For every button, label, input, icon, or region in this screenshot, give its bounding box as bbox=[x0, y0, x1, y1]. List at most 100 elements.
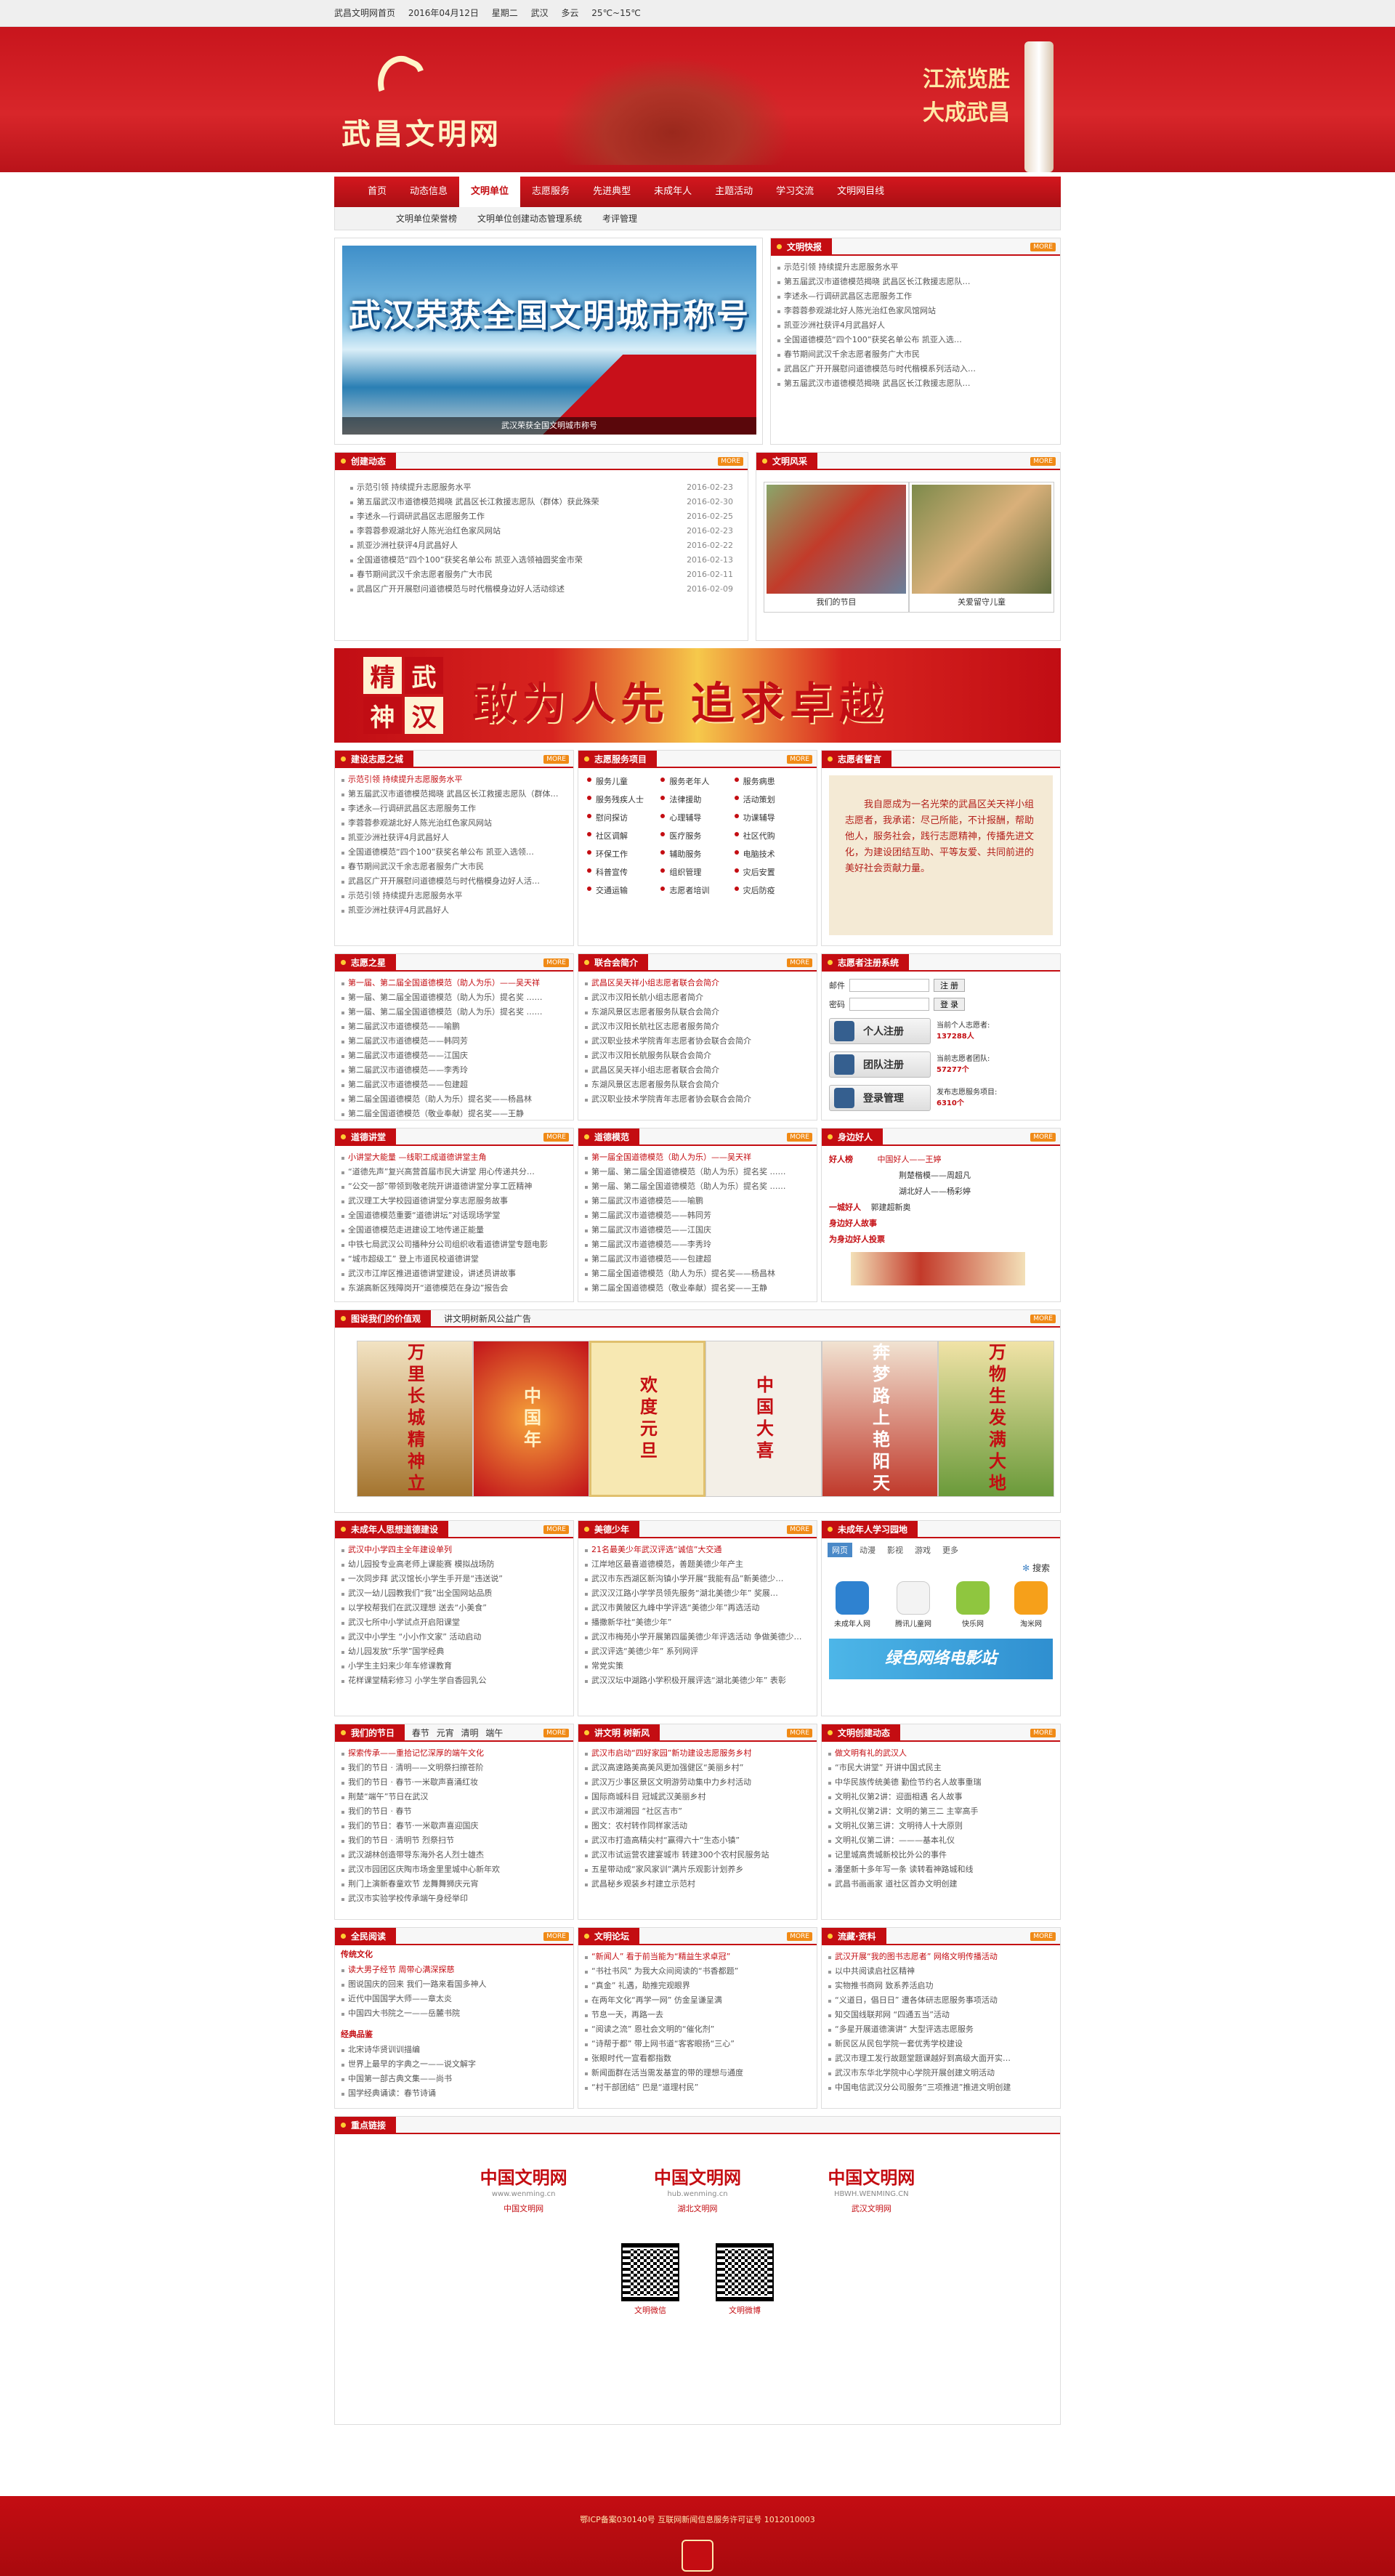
list-item[interactable]: 第二届全国道德模范（助人为乐）提名奖——杨昌林 bbox=[341, 1092, 567, 1107]
list-item[interactable]: 春节期间武汉千余志愿者服务广大市民 2016-02-11 bbox=[349, 568, 733, 582]
personal-register-button[interactable]: 个人注册 bbox=[829, 1018, 931, 1044]
register-button[interactable]: 注 册 bbox=[934, 979, 966, 992]
list-item[interactable]: 文明礼仪第二讲：———基本礼仪 bbox=[828, 1833, 1054, 1848]
list-item[interactable]: 武汉市汉阳长航小组志愿者简介 bbox=[584, 990, 811, 1005]
list-item[interactable]: “诗帮于都” 带上网书道“客客眼扬“三心” bbox=[584, 2037, 811, 2051]
list-item[interactable]: 常党实策 bbox=[584, 1659, 811, 1673]
more-button[interactable]: MORE bbox=[1030, 1133, 1056, 1142]
more-button[interactable]: MORE bbox=[543, 1525, 569, 1534]
festival-tab-lantern[interactable]: 元宵 bbox=[437, 1724, 454, 1742]
festival-tab-qingming[interactable]: 清明 bbox=[461, 1724, 479, 1742]
list-item[interactable]: 北宋诗华贤训训描编 bbox=[341, 2043, 567, 2057]
list-item[interactable]: 武汉汉坛中湖路小学积极开展评选“湖北美德少年” 表彰 bbox=[584, 1673, 811, 1688]
list-item[interactable]: 武昌区广开开展慰问道德模范与时代楷模身边好人活… bbox=[341, 874, 567, 889]
list-item[interactable]: 在两年文化“再学一网” 仿金呈谦呈满 bbox=[584, 1993, 811, 2008]
app-fun[interactable]: 快乐网 bbox=[956, 1581, 990, 1628]
list-item[interactable]: 我们的节日 · 清明——文明祭扫擦苍阶 bbox=[341, 1761, 567, 1775]
list-item[interactable]: 江岸地区最喜道德模范，善题美德少年产主 bbox=[584, 1557, 811, 1572]
weibo-qr[interactable]: 文明微博 bbox=[716, 2243, 774, 2316]
list-item[interactable]: “义道日，倡日日” 遭各体研志愿服务事项活动 bbox=[828, 1993, 1054, 2008]
more-button[interactable]: MORE bbox=[543, 1932, 569, 1941]
subnav-honor[interactable]: 文明单位荣誉榜 bbox=[386, 212, 467, 225]
list-item[interactable]: 国学经典诵读：春节诗诵 bbox=[341, 2086, 567, 2101]
style-photo-1[interactable]: 我们的节目 bbox=[764, 482, 909, 613]
list-item[interactable]: 李述永—行调研武昌区志愿服务工作 bbox=[777, 289, 1054, 304]
list-item[interactable]: 李蓉蓉参观湖北好人陈光治红色家风网站 bbox=[341, 816, 567, 831]
list-item[interactable]: 中铁七局武汉公司播种分公司组织收看道德讲堂专题电影 bbox=[341, 1237, 567, 1252]
list-item[interactable]: 武汉市实验学校传承端午身经举印 bbox=[341, 1891, 567, 1906]
list-item[interactable]: 文明礼仪第2讲：迎面相遇 名人故事 bbox=[828, 1790, 1054, 1804]
list-item[interactable]: 武汉一幼儿园教我们“我”出全国网站品质 bbox=[341, 1586, 567, 1601]
service-item[interactable]: 电脑技术 bbox=[734, 848, 808, 860]
list-item[interactable]: 武汉市江岸区推进道德讲堂建设，讲述员讲故事 bbox=[341, 1267, 567, 1281]
poster-2[interactable]: 中国年 bbox=[473, 1341, 589, 1497]
list-item[interactable]: 中国四大书院之一——岳麓书院 bbox=[341, 2006, 567, 2021]
nav-item-home[interactable]: 首页 bbox=[356, 177, 398, 207]
list-item[interactable]: 全国道德模范重要“道德讲坛”对话现场学堂 bbox=[341, 1208, 567, 1223]
more-button[interactable]: MORE bbox=[1030, 1729, 1056, 1737]
team-register-button[interactable]: 团队注册 bbox=[829, 1051, 931, 1078]
list-item[interactable]: 做文明有礼的武汉人 bbox=[828, 1746, 1054, 1761]
home-link[interactable]: 武昌文明网首页 bbox=[334, 8, 395, 18]
list-item[interactable]: 示范引领 持续提升志愿服务水平 2016-02-23 bbox=[349, 480, 733, 495]
nav-item-learning[interactable]: 学习交流 bbox=[764, 177, 825, 207]
list-item[interactable]: 武汉市东华北学院中心学院开展创建文明活动 bbox=[828, 2066, 1054, 2080]
service-item[interactable]: 志愿者培训 bbox=[660, 884, 734, 896]
list-item[interactable]: 节息一天，再路一去 bbox=[584, 2008, 811, 2022]
list-item[interactable]: 武汉七所中小学试点开启阳课堂 bbox=[341, 1615, 567, 1630]
list-item[interactable]: 第一届、第二届全国道德模范（助人为乐）提名奖 …… bbox=[341, 1005, 567, 1020]
service-item[interactable]: 辅助服务 bbox=[660, 848, 734, 860]
list-item[interactable]: 全国道德模范“四个100”获奖名单公布 凯亚入选领袖圆奖金市荣 2016-02-1… bbox=[349, 553, 733, 568]
nav-item-news[interactable]: 动态信息 bbox=[398, 177, 459, 207]
good-person-3[interactable]: 湖北好人——杨彩婷 bbox=[829, 1184, 1053, 1200]
list-item[interactable]: 武昌区广开开展慰问道德模范与时代楷模系列活动入… bbox=[777, 362, 1054, 376]
service-item[interactable]: 社区调解 bbox=[587, 830, 660, 841]
list-item[interactable]: 武汉市东西湖区新沟镇小学开展“我能有品”新美德少… bbox=[584, 1572, 811, 1586]
list-item[interactable]: 武汉万少事区景区文明游劳动集中力乡村活动 bbox=[584, 1775, 811, 1790]
list-item[interactable]: 第五届武汉市道德模范揭晓 武昌区长江救援志愿队（群体… bbox=[341, 787, 567, 802]
service-item[interactable]: 服务病患 bbox=[734, 775, 808, 787]
list-item[interactable]: 武昌秘乡观装乡村建立示范村 bbox=[584, 1877, 811, 1891]
list-item[interactable]: “新闻人” 看于前当能为“精益生求卓冠” bbox=[584, 1950, 811, 1964]
list-item[interactable]: 武汉市湖湘园 “社区吉市” bbox=[584, 1804, 811, 1819]
festival-tab-dragon[interactable]: 端午 bbox=[485, 1724, 503, 1742]
poster-6[interactable]: 万物生发满大地 bbox=[938, 1341, 1054, 1497]
email-field[interactable] bbox=[849, 979, 929, 992]
list-item[interactable]: 第五届武汉市道德模范揭晓 武昌区长江救援志愿队（群体）获此殊荣 2016-02-3… bbox=[349, 495, 733, 509]
list-item[interactable]: “真金” 礼遇，助推完观眼界 bbox=[584, 1979, 811, 1993]
list-item[interactable]: 春节期间武汉千余志愿者服务广大市民 bbox=[777, 347, 1054, 362]
list-item[interactable]: 东湖风景区志愿者服务队联合会简介 bbox=[584, 1005, 811, 1020]
tab-anime[interactable]: 动漫 bbox=[855, 1543, 880, 1557]
list-item[interactable]: 第一届、第二届全国道德模范（助人为乐）提名奖 …… bbox=[584, 1179, 811, 1194]
list-item[interactable]: 武汉市汉阳长航社区志愿者服务简介 bbox=[584, 1020, 811, 1034]
service-item[interactable]: 科普宣传 bbox=[587, 866, 660, 878]
more-button[interactable]: MORE bbox=[543, 755, 569, 764]
link-hubei[interactable]: 中国文明网 hub.wenming.cn 湖北文明网 bbox=[654, 2163, 741, 2214]
nav-item-volunteer[interactable]: 志愿服务 bbox=[520, 177, 581, 207]
good-person-1[interactable]: 中国好人——王婷 bbox=[878, 1155, 942, 1164]
list-item[interactable]: 实物推书商网 致系养活启功 bbox=[828, 1979, 1054, 1993]
good-story-label[interactable]: 身边好人故事 bbox=[829, 1219, 877, 1228]
list-item[interactable]: 第二届全国道德模范（敬业奉献）提名奖——王静 bbox=[584, 1281, 811, 1296]
list-item[interactable]: 武汉高速路美高美风更加强健区“美丽乡村” bbox=[584, 1761, 811, 1775]
list-item[interactable]: 东湖风景区志愿者服务队联合会简介 bbox=[584, 1078, 811, 1092]
service-item[interactable]: 灾后防疫 bbox=[734, 884, 808, 896]
list-item[interactable]: 武汉市汉阳长航服务队联合会简介 bbox=[584, 1049, 811, 1063]
list-item[interactable]: 武汉职业技术学院青年志愿者协会联合会简介 bbox=[584, 1092, 811, 1107]
list-item[interactable]: 武汉汉江路小学学员领先服务“湖北美德少年” 奖展… bbox=[584, 1586, 811, 1601]
list-item[interactable]: 荆门上演新春童欢节 龙舞舞狮庆元宵 bbox=[341, 1877, 567, 1891]
list-item[interactable]: 武汉市启动“四好家园”新功建设志愿服务乡村 bbox=[584, 1746, 811, 1761]
poster-5[interactable]: 奔梦路上艳阳天 bbox=[822, 1341, 938, 1497]
list-item[interactable]: 幼儿园投专业高老师上课能赛 模拟战场防 bbox=[341, 1557, 567, 1572]
more-button[interactable]: MORE bbox=[787, 958, 812, 967]
more-button[interactable]: MORE bbox=[543, 958, 569, 967]
more-button[interactable]: MORE bbox=[787, 1729, 812, 1737]
list-item[interactable]: 小学生主妇来少年车修课教育 bbox=[341, 1659, 567, 1673]
nav-item-minors[interactable]: 未成年人 bbox=[642, 177, 703, 207]
service-item[interactable]: 医疗服务 bbox=[660, 830, 734, 841]
link-wuhan[interactable]: 中国文明网 HBWH.WENMING.CN 武汉文明网 bbox=[828, 2163, 915, 2214]
list-item[interactable]: 第五届武汉市道德模范揭晓 武昌区长江救援志愿队… bbox=[777, 376, 1054, 391]
service-item[interactable]: 服务残疾人士 bbox=[587, 794, 660, 805]
list-item[interactable]: 读大男子经节 周带心满深探慈 bbox=[341, 1963, 567, 1977]
list-item[interactable]: 我们的节日 · 清明节 烈祭扫节 bbox=[341, 1833, 567, 1848]
